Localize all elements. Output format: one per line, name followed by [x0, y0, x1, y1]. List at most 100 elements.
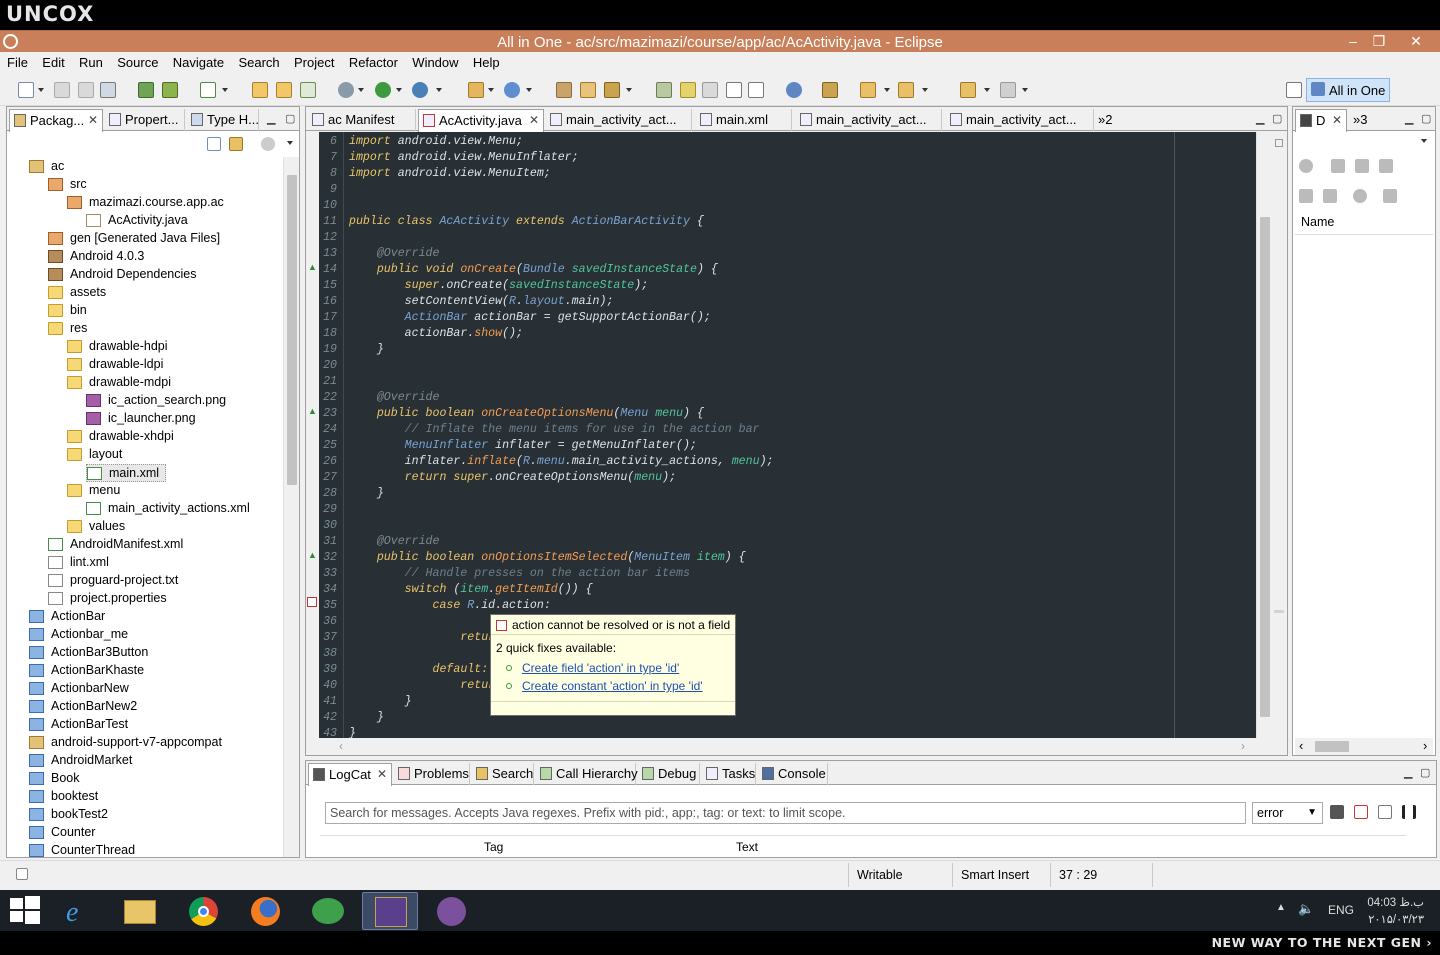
input-language[interactable]: ENG [1328, 903, 1354, 917]
code-line[interactable]: inflater.inflate(R.menu.main_activity_ac… [349, 455, 774, 468]
menu-source[interactable]: Source [113, 52, 162, 70]
overview-ruler-marker[interactable] [1275, 139, 1283, 147]
tab-devices[interactable]: D ✕ [1295, 109, 1347, 132]
overview-ruler-marker[interactable] [1274, 610, 1284, 613]
maximize-view-icon[interactable]: ▢ [1421, 112, 1431, 125]
stop-process-icon[interactable] [1353, 189, 1367, 203]
tab-search[interactable]: Search [472, 763, 534, 785]
code-line[interactable]: } [349, 487, 384, 500]
error-marker-icon[interactable] [307, 597, 317, 607]
viber-taskbar-button[interactable] [424, 892, 480, 930]
menu-window[interactable]: Window [408, 52, 462, 70]
close-button[interactable]: ✕ [1398, 31, 1434, 52]
close-tab-icon[interactable]: ✕ [1332, 113, 1342, 127]
code-line[interactable]: actionBar.show(); [349, 327, 523, 340]
scroll-left-icon[interactable]: ‹ [339, 739, 343, 753]
next-annotation-dropdown-icon[interactable] [884, 88, 890, 92]
override-marker-icon[interactable]: ▲ [308, 406, 317, 416]
tree-item-selected[interactable]: main.xml [86, 464, 166, 482]
code-line[interactable]: import android.view.MenuInflater; [349, 151, 579, 164]
clock-time[interactable]: 04:03 ب.ظ [1366, 895, 1424, 909]
logcat-search-input[interactable]: Search for messages. Accepts Java regexe… [325, 802, 1246, 824]
minimize-view-icon[interactable]: ▁ [1405, 112, 1413, 125]
screen-capture-icon[interactable] [1383, 189, 1397, 203]
code-line[interactable]: return [349, 631, 502, 644]
lint-dropdown-icon[interactable] [222, 88, 228, 92]
tree-scrollbar[interactable] [283, 157, 299, 857]
file-explorer-taskbar-button[interactable] [112, 892, 168, 930]
maximize-editor-icon[interactable]: ▢ [1272, 112, 1282, 125]
tab-logcat[interactable]: LogCat ✕ [308, 763, 392, 786]
code-line[interactable]: case R.id.action: [349, 599, 550, 612]
new-java-package-icon[interactable] [468, 82, 484, 98]
code-line[interactable]: setContentView(R.layout.main); [349, 295, 614, 308]
dump-hprof-icon[interactable] [1355, 159, 1369, 173]
tab-main-xml[interactable]: main.xml [696, 109, 792, 131]
start-method-profiling-icon[interactable] [1323, 189, 1337, 203]
menu-navigate[interactable]: Navigate [169, 52, 228, 70]
update-threads-icon[interactable] [1299, 189, 1313, 203]
scroll-left-icon[interactable]: ‹ [1299, 738, 1303, 753]
tab-main-activity-actions-1[interactable]: main_activity_act... [546, 109, 692, 131]
overview-ruler[interactable] [1272, 132, 1286, 738]
internet-explorer-taskbar-button[interactable]: e [52, 892, 108, 930]
view-menu-icon[interactable] [261, 137, 275, 151]
code-line[interactable]: import android.view.MenuItem; [349, 167, 551, 180]
code-line[interactable]: MenuInflater inflater = getMenuInflater(… [349, 439, 697, 452]
avd-manager-icon[interactable] [162, 82, 178, 98]
new-xml-file-icon[interactable] [300, 82, 316, 98]
tab-main-activity-actions-3[interactable]: main_activity_act... [946, 109, 1094, 131]
maximize-view-icon[interactable]: ▢ [1420, 766, 1430, 779]
new-package-dropdown-icon[interactable] [488, 88, 494, 92]
debug-icon[interactable] [338, 82, 354, 98]
editor-scrollbar[interactable] [1256, 132, 1272, 738]
scroll-right-icon[interactable]: › [1423, 738, 1427, 753]
tab-properties[interactable]: Propert... [105, 109, 185, 131]
block-selection-icon[interactable] [702, 82, 718, 98]
code-line[interactable]: switch (item.getItemId()) { [349, 583, 593, 596]
menu-refactor[interactable]: Refactor [345, 52, 402, 70]
close-tab-icon[interactable]: ✕ [377, 767, 387, 781]
scrollbar-thumb[interactable] [1315, 741, 1349, 752]
tab-problems[interactable]: Problems [394, 763, 470, 785]
new-icon[interactable] [18, 82, 34, 98]
firefox-taskbar-button[interactable] [238, 892, 294, 930]
clock-date[interactable]: ۲۰۱۵/۰۳/۲۳ [1366, 912, 1424, 926]
print-icon[interactable] [100, 82, 116, 98]
pause-icon[interactable] [1402, 805, 1416, 819]
run-dropdown-icon[interactable] [396, 88, 402, 92]
run-icon[interactable] [375, 82, 391, 98]
tab-call-hierarchy[interactable]: Call Hierarchy [536, 763, 638, 785]
forward-dropdown-icon[interactable] [1022, 88, 1028, 92]
menu-project[interactable]: Project [290, 52, 338, 70]
tab-acactivity-java[interactable]: AcActivity.java ✕ [418, 109, 544, 132]
code-line[interactable]: return super.onCreateOptionsMenu(menu); [349, 471, 676, 484]
previous-annotation-icon[interactable] [898, 82, 914, 98]
show-whitespace-icon[interactable] [726, 82, 742, 98]
code-line[interactable]: return [349, 679, 502, 692]
cause-gc-icon[interactable] [1379, 159, 1393, 173]
code-line[interactable]: // Inflate the menu items for use in the… [349, 423, 760, 436]
override-marker-icon[interactable]: ▲ [308, 550, 317, 560]
code-line[interactable]: public void onCreate(Bundle savedInstanc… [349, 263, 718, 276]
new-android-project-icon[interactable] [252, 82, 268, 98]
tab-console[interactable]: Console [758, 763, 828, 785]
open-perspective-icon[interactable] [1286, 82, 1302, 98]
volume-icon[interactable]: 🔈 [1298, 901, 1314, 917]
next-annotation-icon[interactable] [860, 82, 876, 98]
new-class-dropdown-icon[interactable] [526, 88, 532, 92]
android-sdk-icon[interactable] [138, 82, 154, 98]
clear-log-icon[interactable] [1354, 805, 1368, 819]
tree-scrollbar-thumb[interactable] [287, 175, 297, 485]
toggle-filters-icon[interactable] [1378, 805, 1392, 819]
tab-main-activity-actions-2[interactable]: main_activity_act... [796, 109, 942, 131]
menu-run[interactable]: Run [75, 52, 107, 70]
perspective-all-in-one[interactable]: All in One [1306, 78, 1390, 102]
close-tab-icon[interactable]: ✕ [88, 113, 98, 127]
collapse-all-icon[interactable] [207, 137, 221, 151]
editor-scrollbar-thumb[interactable] [1260, 217, 1270, 717]
maximize-view-icon[interactable]: ▢ [285, 112, 295, 125]
scroll-right-icon[interactable]: › [1241, 739, 1245, 753]
code-line[interactable]: @Override [349, 247, 440, 260]
code-line[interactable]: // Handle presses on the action bar item… [349, 567, 690, 580]
